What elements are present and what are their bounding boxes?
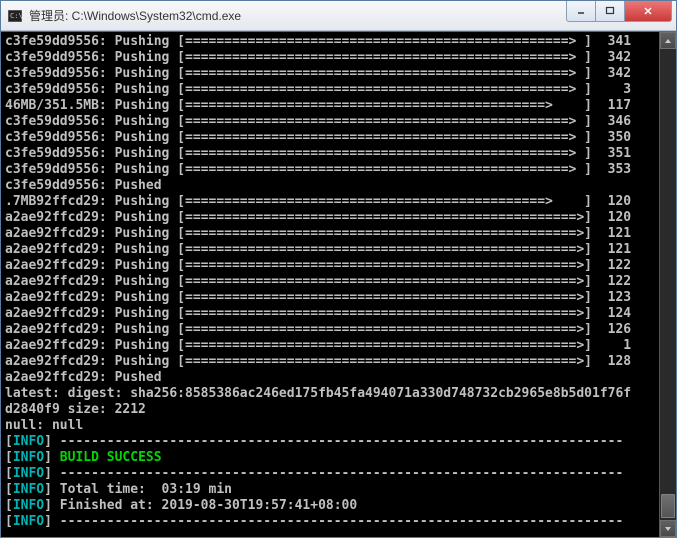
maximize-button[interactable] (595, 1, 625, 22)
log-line: a2ae92ffcd29: Pushing [=================… (5, 258, 659, 274)
log-line: a2ae92ffcd29: Pushing [=================… (5, 354, 659, 370)
close-button[interactable] (624, 1, 672, 22)
window-title: 管理员: C:\Windows\System32\cmd.exe (29, 7, 567, 24)
log-line: c3fe59dd9556: Pushing [=================… (5, 146, 659, 162)
log-line: c3fe59dd9556: Pushing [=================… (5, 50, 659, 66)
titlebar[interactable]: C:\ 管理员: C:\Windows\System32\cmd.exe (1, 1, 676, 31)
terminal-area: c3fe59dd9556: Pushing [=================… (1, 31, 676, 537)
info-divider: [INFO] ---------------------------------… (5, 514, 659, 530)
log-line: a2ae92ffcd29: Pushing [=================… (5, 338, 659, 354)
log-line: a2ae92ffcd29: Pushing [=================… (5, 290, 659, 306)
window-controls (567, 1, 676, 22)
scroll-down-button[interactable] (660, 520, 676, 537)
log-line: a2ae92ffcd29: Pushing [=================… (5, 226, 659, 242)
log-line: .7MB92ffcd29: Pushing [=================… (5, 194, 659, 210)
scroll-thumb[interactable] (661, 494, 675, 518)
minimize-button[interactable] (566, 1, 596, 22)
cmd-window: C:\ 管理员: C:\Windows\System32\cmd.exe c3f… (0, 0, 677, 538)
cmd-icon: C:\ (7, 8, 23, 24)
log-line: c3fe59dd9556: Pushing [=================… (5, 130, 659, 146)
log-line: c3fe59dd9556: Pushing [=================… (5, 114, 659, 130)
svg-text:C:\: C:\ (10, 12, 22, 20)
log-line: c3fe59dd9556: Pushing [=================… (5, 34, 659, 50)
build-success: [INFO] BUILD SUCCESS (5, 450, 659, 466)
log-line: 46MB/351.5MB: Pushing [=================… (5, 98, 659, 114)
log-line: c3fe59dd9556: Pushed (5, 178, 659, 194)
log-line: a2ae92ffcd29: Pushing [=================… (5, 322, 659, 338)
null-line: null: null (5, 418, 659, 434)
info-divider: [INFO] ---------------------------------… (5, 434, 659, 450)
log-line: c3fe59dd9556: Pushing [=================… (5, 82, 659, 98)
digest-line: latest: digest: sha256:8585386ac246ed175… (5, 386, 659, 402)
log-line: c3fe59dd9556: Pushing [=================… (5, 66, 659, 82)
log-line: a2ae92ffcd29: Pushing [=================… (5, 210, 659, 226)
scroll-track[interactable] (660, 49, 676, 520)
log-line: a2ae92ffcd29: Pushing [=================… (5, 274, 659, 290)
finished-at: [INFO] Finished at: 2019-08-30T19:57:41+… (5, 498, 659, 514)
total-time: [INFO] Total time: 03:19 min (5, 482, 659, 498)
scroll-up-button[interactable] (660, 32, 676, 49)
digest-line: d2840f9 size: 2212 (5, 402, 659, 418)
log-line: a2ae92ffcd29: Pushed (5, 370, 659, 386)
terminal-output[interactable]: c3fe59dd9556: Pushing [=================… (1, 32, 659, 537)
info-divider: [INFO] ---------------------------------… (5, 466, 659, 482)
log-line: c3fe59dd9556: Pushing [=================… (5, 162, 659, 178)
log-line: a2ae92ffcd29: Pushing [=================… (5, 242, 659, 258)
log-line: a2ae92ffcd29: Pushing [=================… (5, 306, 659, 322)
scrollbar[interactable] (659, 32, 676, 537)
